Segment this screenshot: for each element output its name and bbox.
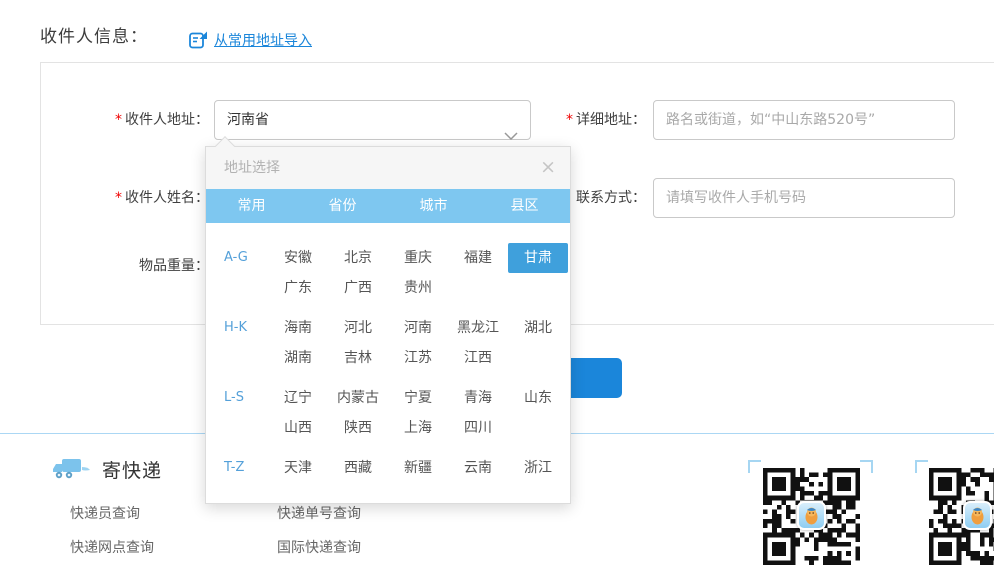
province-group: H-K海南河北河南黑龙江湖北湖南吉林江苏江西 — [224, 313, 570, 373]
province-item[interactable]: 浙江 — [508, 453, 568, 483]
footer-link[interactable]: 快递员查询 — [70, 503, 250, 523]
province-item[interactable]: 新疆 — [388, 453, 448, 483]
footer-link[interactable]: 快递单号查询 — [277, 503, 457, 523]
detail-address-label: *详细地址： — [461, 100, 646, 140]
footer-link[interactable]: 国际快递查询 — [277, 537, 457, 557]
footer-column-2: 快递单号查询国际快递查询 — [277, 503, 457, 571]
province-item[interactable]: 河北 — [328, 313, 388, 343]
province-group: L-S辽宁内蒙古宁夏青海山东山西陕西上海四川 — [224, 383, 570, 443]
province-item[interactable]: 内蒙古 — [328, 383, 388, 413]
province-item[interactable]: 天津 — [268, 453, 328, 483]
group-letter: T-Z — [224, 453, 268, 483]
province-item[interactable]: 湖南 — [268, 343, 328, 373]
group-items: 辽宁内蒙古宁夏青海山东山西陕西上海四川 — [268, 383, 568, 443]
province-item[interactable]: 重庆 — [388, 243, 448, 273]
province-group: T-Z天津西藏新疆云南浙江 — [224, 453, 570, 483]
province-item[interactable]: 黑龙江 — [448, 313, 508, 343]
footer-heading-label: 寄快递 — [102, 456, 162, 483]
province-item[interactable]: 甘肃 — [508, 243, 568, 273]
detail-address-input[interactable] — [653, 100, 955, 140]
province-item[interactable]: 江西 — [448, 343, 508, 373]
qr-frame-corner-icon — [748, 460, 761, 473]
mascot-logo — [963, 501, 992, 530]
province-item[interactable]: 安徽 — [268, 243, 328, 273]
tab-district[interactable]: 县区 — [479, 189, 570, 223]
qr-frame-corner-icon — [915, 460, 928, 473]
province-item[interactable]: 陕西 — [328, 413, 388, 443]
province-item[interactable]: 辽宁 — [268, 383, 328, 413]
import-link-label: 从常用地址导入 — [214, 30, 312, 50]
province-item[interactable]: 山西 — [268, 413, 328, 443]
footer-column-1: 快递员查询快递网点查询 — [70, 503, 250, 571]
recipient-address-value: 河南省 — [227, 112, 269, 128]
province-item[interactable]: 宁夏 — [388, 383, 448, 413]
province-item[interactable]: 福建 — [448, 243, 508, 273]
footer-link[interactable]: 快递网点查询 — [70, 537, 250, 557]
footer-heading: 寄快递 — [52, 456, 162, 483]
province-item[interactable]: 上海 — [388, 413, 448, 443]
province-group: A-G安徽北京重庆福建甘肃广东广西贵州 — [224, 243, 570, 303]
province-item[interactable]: 山东 — [508, 383, 568, 413]
close-icon[interactable]: × — [540, 147, 556, 189]
popup-tab-bar: 常用 省份 城市 县区 — [206, 189, 570, 223]
contact-phone-input[interactable] — [653, 178, 955, 218]
group-letter: A-G — [224, 243, 268, 303]
province-item[interactable]: 广西 — [328, 273, 388, 303]
mascot-logo — [797, 501, 826, 530]
group-items: 天津西藏新疆云南浙江 — [268, 453, 568, 483]
popup-header: 地址选择 × — [206, 147, 570, 189]
address-book-import-icon — [188, 30, 208, 50]
province-item[interactable]: 四川 — [448, 413, 508, 443]
group-items: 海南河北河南黑龙江湖北湖南吉林江苏江西 — [268, 313, 568, 373]
tab-city[interactable]: 城市 — [388, 189, 479, 223]
province-item[interactable]: 湖北 — [508, 313, 568, 343]
group-items: 安徽北京重庆福建甘肃广东广西贵州 — [268, 243, 568, 303]
province-item[interactable]: 北京 — [328, 243, 388, 273]
qr-code-2 — [929, 468, 994, 565]
qr-code-1 — [763, 468, 860, 565]
province-item[interactable]: 海南 — [268, 313, 328, 343]
required-asterisk: * — [566, 112, 573, 128]
province-item[interactable]: 西藏 — [328, 453, 388, 483]
required-asterisk: * — [115, 190, 122, 206]
tab-province[interactable]: 省份 — [297, 189, 388, 223]
province-item[interactable]: 江苏 — [388, 343, 448, 373]
qr-frame-corner-icon — [860, 460, 873, 473]
province-list: A-G安徽北京重庆福建甘肃广东广西贵州H-K海南河北河南黑龙江湖北湖南吉林江苏江… — [206, 223, 570, 503]
tab-common[interactable]: 常用 — [206, 189, 297, 223]
popup-title: 地址选择 — [224, 160, 280, 176]
recipient-name-label: *收件人姓名： — [41, 178, 209, 218]
required-asterisk: * — [115, 112, 122, 128]
group-letter: H-K — [224, 313, 268, 373]
province-item[interactable]: 青海 — [448, 383, 508, 413]
province-item[interactable]: 河南 — [388, 313, 448, 343]
item-weight-label: 物品重量： — [41, 246, 209, 286]
page-title: 收件人信息： — [40, 22, 148, 47]
import-from-address-book-link[interactable]: 从常用地址导入 — [188, 30, 312, 50]
province-item[interactable]: 云南 — [448, 453, 508, 483]
address-picker-popup: 地址选择 × 常用 省份 城市 县区 A-G安徽北京重庆福建甘肃广东广西贵州H-… — [205, 146, 571, 504]
group-letter: L-S — [224, 383, 268, 443]
province-item[interactable]: 吉林 — [328, 343, 388, 373]
truck-icon — [52, 456, 92, 483]
province-item[interactable]: 广东 — [268, 273, 328, 303]
recipient-address-label: *收件人地址： — [41, 100, 209, 140]
province-item[interactable]: 贵州 — [388, 273, 448, 303]
